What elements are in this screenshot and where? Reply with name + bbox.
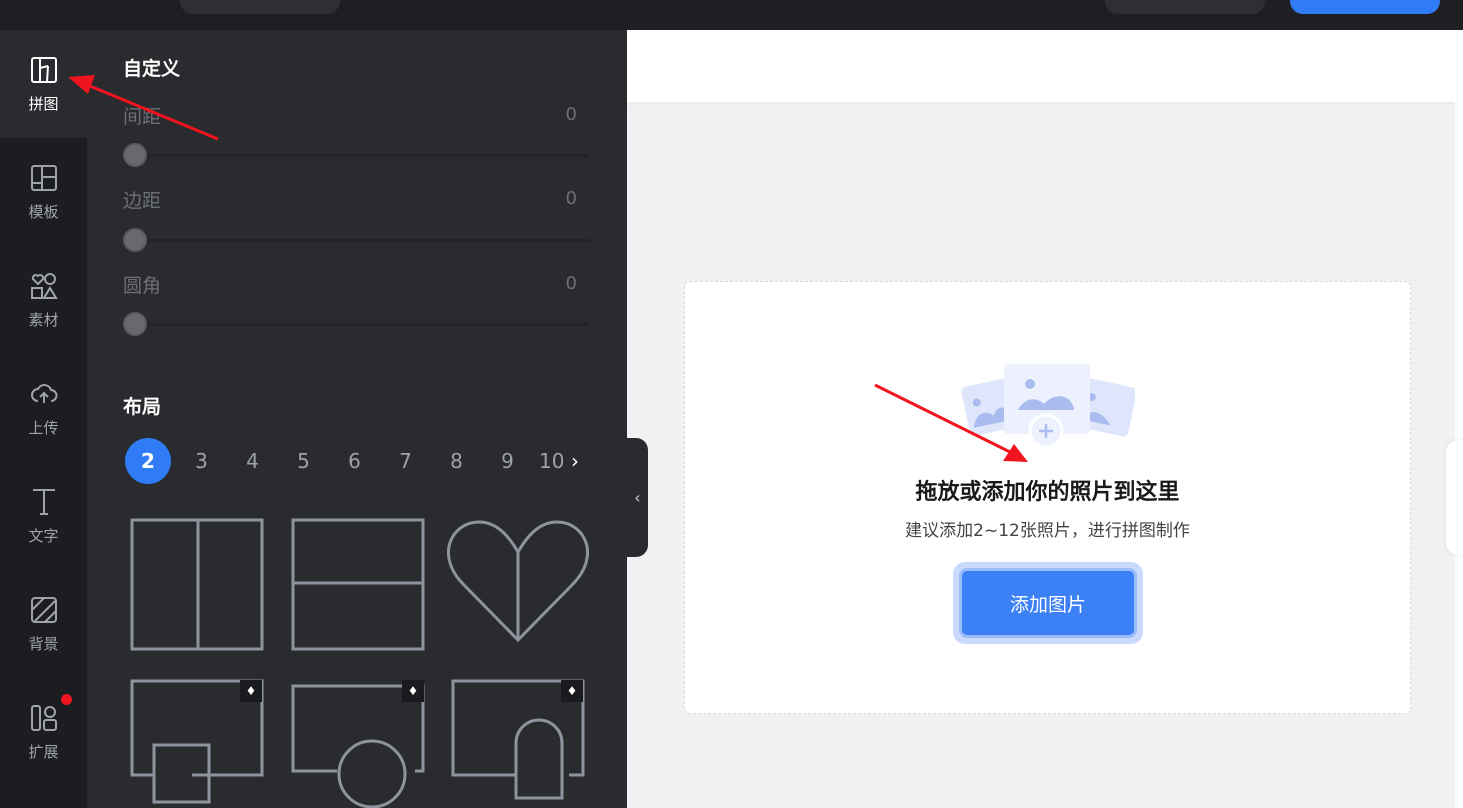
top-pill-button[interactable] xyxy=(1105,0,1265,14)
add-images-button-wrapper: 添加图片 xyxy=(953,562,1143,644)
sidebar-item-collage[interactable]: 拼图 xyxy=(0,30,87,138)
add-images-button[interactable]: 添加图片 xyxy=(959,568,1137,638)
sidebar-item-label: 文字 xyxy=(28,525,58,546)
collage-icon xyxy=(29,55,59,85)
extension-icon xyxy=(29,703,59,733)
right-side-tab[interactable] xyxy=(1446,440,1463,555)
premium-diamond-icon: ♦ xyxy=(402,680,424,702)
sidebar-rail: 拼图 模板 素材 上传 文字 背景 扩展 xyxy=(0,30,87,808)
layout-thumbnails xyxy=(87,30,627,808)
sidebar-item-template[interactable]: 模板 xyxy=(0,138,87,246)
layout-frame-circle[interactable] xyxy=(293,686,423,807)
canvas-toolbar xyxy=(627,30,1455,102)
sidebar-item-label: 背景 xyxy=(28,633,58,654)
layout-heart[interactable] xyxy=(448,522,587,640)
sidebar-item-background[interactable]: 背景 xyxy=(0,570,87,678)
layout-two-columns[interactable] xyxy=(132,520,262,649)
notification-dot xyxy=(61,694,72,705)
elements-icon xyxy=(29,271,59,301)
top-primary-button[interactable] xyxy=(1290,0,1440,14)
background-icon xyxy=(29,595,59,625)
right-edge xyxy=(1455,30,1463,808)
premium-diamond-icon: ♦ xyxy=(561,680,583,702)
sidebar-item-label: 扩展 xyxy=(28,741,58,762)
dropzone-title: 拖放或添加你的照片到这里 xyxy=(685,474,1410,506)
sidebar-item-label: 拼图 xyxy=(28,93,58,114)
sidebar-item-label: 素材 xyxy=(28,309,58,330)
text-icon xyxy=(29,487,59,517)
top-pill-button[interactable] xyxy=(180,0,340,14)
premium-diamond-icon: ♦ xyxy=(240,680,262,702)
dropzone-subtitle: 建议添加2~12张照片，进行拼图制作 xyxy=(685,516,1410,541)
sidebar-item-label: 模板 xyxy=(28,201,58,222)
sidebar-item-upload[interactable]: 上传 xyxy=(0,354,87,462)
top-bar xyxy=(0,0,1463,30)
template-icon xyxy=(29,163,59,193)
photo-dropzone[interactable]: 拖放或添加你的照片到这里 建议添加2~12张照片，进行拼图制作 添加图片 xyxy=(684,281,1411,714)
photos-illustration-icon xyxy=(960,362,1135,447)
chevron-left-icon: ‹ xyxy=(634,488,640,507)
collapse-panel-button[interactable]: ‹ xyxy=(627,438,648,557)
sidebar-item-extension[interactable]: 扩展 xyxy=(0,678,87,786)
sidebar-item-text[interactable]: 文字 xyxy=(0,462,87,570)
layout-two-rows[interactable] xyxy=(293,520,423,649)
collage-panel: 自定义 间距 0 边距 0 圆角 0 布局 2 3 4 5 6 7 8 9 10… xyxy=(87,30,627,808)
sidebar-item-label: 上传 xyxy=(28,417,58,438)
sidebar-item-elements[interactable]: 素材 xyxy=(0,246,87,354)
upload-cloud-icon xyxy=(29,379,59,409)
